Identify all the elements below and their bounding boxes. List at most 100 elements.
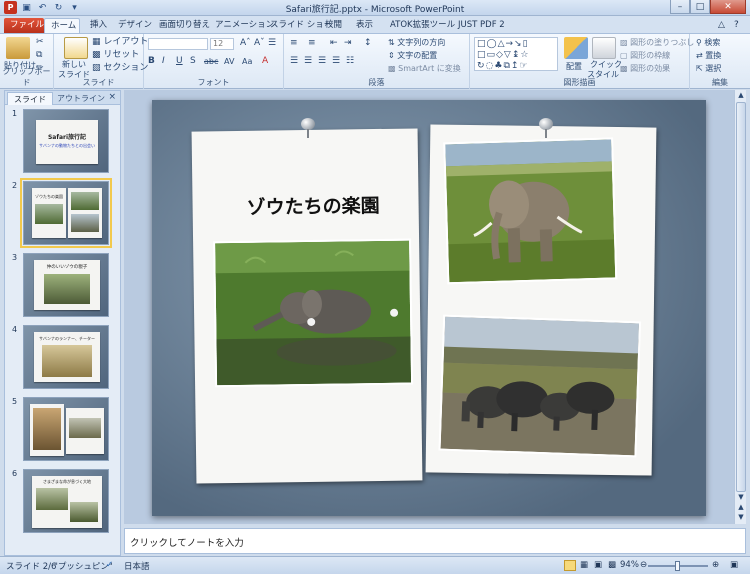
thumbnail-slide-5[interactable]: 5 xyxy=(9,397,109,463)
shrink-font-icon[interactable]: Aˇ xyxy=(254,38,265,49)
scroll-up-icon[interactable]: ▲ xyxy=(736,90,746,100)
zoom-slider-thumb[interactable] xyxy=(675,561,680,571)
thumbnail-image-selected[interactable]: ゾウたちの楽園 xyxy=(20,178,112,248)
maximize-button[interactable]: □ xyxy=(690,0,710,14)
tab-outline[interactable]: アウトライン xyxy=(51,92,111,105)
next-slide-icon[interactable]: ▼ xyxy=(736,512,746,522)
notes-placeholder[interactable]: クリックしてノートを入力 xyxy=(130,535,244,549)
minimize-button[interactable]: – xyxy=(670,0,690,14)
underline-button[interactable]: U xyxy=(176,56,183,67)
bullets-icon[interactable]: ≡ xyxy=(290,38,298,49)
thumbnail-image[interactable]: サバンナのランナー、チーター xyxy=(23,325,109,389)
close-pane-icon[interactable]: × xyxy=(108,92,116,102)
theme-name[interactable]: "プッシュピン" xyxy=(54,560,113,572)
grow-font-icon[interactable]: Aˆ xyxy=(240,38,251,49)
bold-button[interactable]: B xyxy=(148,56,155,67)
thumb-photo xyxy=(70,502,98,522)
scroll-down-icon[interactable]: ▼ xyxy=(736,492,746,502)
tab-view[interactable]: 表示 xyxy=(350,18,379,33)
shape-effects-button[interactable]: ▩ 図形の効果 xyxy=(620,63,670,74)
thumbnail-image[interactable] xyxy=(23,397,109,461)
slideshow-icon[interactable]: ▩ xyxy=(608,560,616,570)
tab-review[interactable]: 校閲 xyxy=(319,18,348,33)
text-direction-button[interactable]: ⇅ 文字列の方向 xyxy=(388,37,445,48)
numbering-icon[interactable]: ≡ xyxy=(308,38,316,49)
align-left-icon[interactable]: ☰ xyxy=(290,56,298,67)
select-button[interactable]: ⇱ 選択 xyxy=(696,63,721,74)
fit-to-window-icon[interactable]: ▣ xyxy=(730,560,738,570)
tab-transitions[interactable]: 画面切り替え xyxy=(153,18,216,33)
tab-design[interactable]: デザイン xyxy=(112,18,158,33)
paste-icon[interactable] xyxy=(6,37,30,59)
tab-insert[interactable]: 挿入 xyxy=(84,18,113,33)
strikethrough-button[interactable]: abc xyxy=(204,56,218,67)
cut-icon[interactable]: ✂ xyxy=(36,37,44,48)
columns-icon[interactable]: ☷ xyxy=(346,56,354,67)
close-button[interactable]: ✕ xyxy=(710,0,746,14)
copy-icon[interactable]: ⧉ xyxy=(36,50,42,61)
char-spacing-button[interactable]: AV xyxy=(224,56,234,67)
tab-atok[interactable]: ATOK拡張ツール xyxy=(384,18,461,33)
font-name-box[interactable] xyxy=(148,38,208,50)
shape-outline-button[interactable]: ▢ 図形の枠線 xyxy=(620,50,670,61)
notes-pane[interactable]: クリックしてノートを入力 xyxy=(124,528,746,554)
left-paper[interactable]: ゾウたちの楽園 xyxy=(191,128,423,484)
scroll-thumb[interactable] xyxy=(736,102,746,492)
tab-home[interactable]: ホーム xyxy=(44,18,80,33)
reset-button[interactable]: ▩ リセット xyxy=(92,50,139,61)
font-size-box[interactable]: 12 xyxy=(210,38,234,50)
vertical-scrollbar[interactable]: ▲ ▼ ▲ ▼ xyxy=(734,90,746,524)
font-color-icon[interactable]: A xyxy=(262,56,268,67)
italic-button[interactable]: I xyxy=(162,56,165,67)
thumbnail-slide-6[interactable]: 6 さまざまな命が息づく大地 xyxy=(9,469,109,535)
thumbnail-image[interactable]: さまざまな命が息づく大地 xyxy=(23,469,109,533)
align-text-button[interactable]: ⇕ 文字の配置 xyxy=(388,50,437,61)
thumbnail-image[interactable]: Safari旅行記 サバンナの動物たちとの出会い xyxy=(23,109,109,173)
shapes-gallery[interactable]: □◯△→↘▯ □▭◇▽↨☆ ↻◌♣⧉↥☞ xyxy=(474,37,558,71)
help-icon[interactable]: ? xyxy=(728,18,745,33)
change-case-button[interactable]: Aa xyxy=(242,56,252,67)
thumb-photo xyxy=(42,345,92,377)
elephant-photo-3[interactable] xyxy=(438,314,642,458)
line-spacing-icon[interactable]: ↕ xyxy=(364,38,372,49)
reading-view-icon[interactable]: ▣ xyxy=(594,560,602,570)
layout-button[interactable]: ▦ レイアウト xyxy=(92,37,148,48)
text-shadow-button[interactable]: S xyxy=(190,56,196,67)
elephant-photo-1[interactable] xyxy=(213,238,414,388)
find-button[interactable]: ⚲ 検索 xyxy=(696,37,720,48)
decrease-indent-icon[interactable]: ⇤ xyxy=(330,38,338,49)
current-slide[interactable]: ゾウたちの楽園 xyxy=(152,100,706,516)
increase-indent-icon[interactable]: ⇥ xyxy=(344,38,352,49)
align-center-icon[interactable]: ☰ xyxy=(304,56,312,67)
justify-icon[interactable]: ☰ xyxy=(332,56,340,67)
arrange-icon[interactable] xyxy=(564,37,588,59)
thumbnail-slide-4[interactable]: 4 サバンナのランナー、チーター xyxy=(9,325,109,391)
thumbnail-slide-2[interactable]: 2 ゾウたちの楽園 xyxy=(9,178,112,248)
section-button[interactable]: ▧ セクション xyxy=(92,63,148,74)
smartart-button[interactable]: ▩ SmartArt に変換 xyxy=(388,63,461,74)
zoom-level[interactable]: 94% xyxy=(620,560,639,570)
language-label[interactable]: 日本語 xyxy=(124,560,150,572)
align-right-icon[interactable]: ☰ xyxy=(318,56,326,67)
zoom-out-icon[interactable]: ⊖ xyxy=(640,560,647,570)
arrange-label[interactable]: 配置 xyxy=(566,61,582,72)
shape-fill-button[interactable]: ▨ 図形の塗りつぶし xyxy=(620,37,694,48)
spellcheck-icon[interactable]: ✓ xyxy=(106,560,113,570)
thumbnail-slide-3[interactable]: 3 仲のいいゾウの親子 xyxy=(9,253,109,319)
elephant-photo-2[interactable] xyxy=(443,137,618,285)
thumbnail-slide-1[interactable]: 1 Safari旅行記 サバンナの動物たちとの出会い xyxy=(9,109,109,175)
thumbnail-image[interactable]: 仲のいいゾウの親子 xyxy=(23,253,109,317)
normal-view-icon[interactable] xyxy=(564,560,576,571)
tab-file[interactable]: ファイル xyxy=(4,18,44,33)
slide-title[interactable]: ゾウたちの楽園 xyxy=(246,191,379,220)
clear-format-icon[interactable]: ☰ xyxy=(268,38,276,49)
slide-sorter-icon[interactable]: ▦ xyxy=(580,560,588,570)
tab-justpdf[interactable]: JUST PDF 2 xyxy=(452,18,511,33)
right-paper[interactable] xyxy=(425,124,657,476)
quick-styles-icon[interactable] xyxy=(592,37,616,59)
zoom-in-icon[interactable]: ⊕ xyxy=(712,560,719,570)
tab-slides[interactable]: スライド xyxy=(7,92,53,105)
replace-button[interactable]: ⇄ 置換 xyxy=(696,50,721,61)
previous-slide-icon[interactable]: ▲ xyxy=(736,502,746,512)
new-slide-icon[interactable] xyxy=(64,37,88,59)
